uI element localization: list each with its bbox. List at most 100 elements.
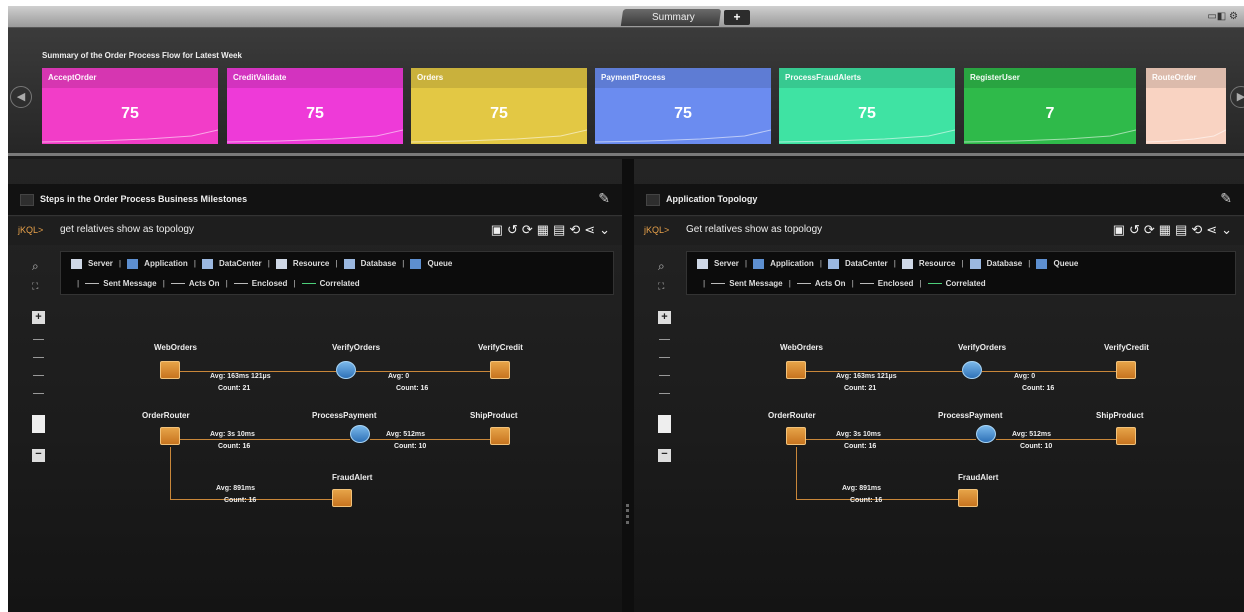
zoom-in-button[interactable]: + <box>32 311 45 324</box>
jkql-prompt: jKQL> <box>18 225 44 235</box>
edge-count-label: Count: 21 <box>844 385 877 392</box>
panel-splitter[interactable] <box>622 159 634 612</box>
summary-card[interactable]: Orders 75 <box>411 68 587 144</box>
legend-label[interactable]: Enclosed <box>252 279 288 288</box>
legend-label[interactable]: Server <box>714 259 739 268</box>
legend-label[interactable]: Application <box>770 259 814 268</box>
zoom-tick <box>659 393 670 394</box>
zoom-tick <box>33 393 44 394</box>
search-zoom-icon[interactable]: ⌕ <box>658 259 665 274</box>
window-controls[interactable]: ▭◧ ⚙ <box>1207 11 1238 22</box>
panel-toggle-icon[interactable] <box>646 194 660 206</box>
fit-view-icon[interactable]: ⛶ <box>32 281 38 292</box>
link-style-icon <box>927 283 942 285</box>
node-label: VerifyOrders <box>332 343 381 352</box>
process-node-icon[interactable] <box>350 425 370 443</box>
edge-line <box>180 371 336 372</box>
summary-card[interactable]: RouteOrder <box>1146 68 1226 144</box>
card-value: 75 <box>674 105 692 122</box>
resource-node-icon[interactable] <box>1116 361 1136 379</box>
legend-links: | Sent Message | Acts On | Enclosed | Correlate… <box>703 279 986 288</box>
summary-card[interactable]: AcceptOrder 75 <box>42 68 218 144</box>
legend-label[interactable]: Sent Message <box>729 279 782 288</box>
application-icon <box>753 259 765 269</box>
legend-label[interactable]: Sent Message <box>103 279 156 288</box>
resource-node-icon[interactable] <box>786 361 806 379</box>
link-style-icon <box>301 283 316 285</box>
legend-label[interactable]: DataCenter <box>219 259 262 268</box>
card-title: AcceptOrder <box>42 68 218 88</box>
summary-card[interactable]: RegisterUser 7 <box>964 68 1136 144</box>
edge-avg-label: Avg: 0 <box>388 373 410 380</box>
query-toolbar[interactable]: ▣↺⟳▦▤⟲⋖⌄ <box>1113 222 1236 238</box>
node-label: ProcessPayment <box>938 411 1003 420</box>
sparkline <box>411 129 587 143</box>
summary-card[interactable]: PaymentProcess 75 <box>595 68 771 144</box>
panel-toggle-icon[interactable] <box>20 194 34 206</box>
panel-header: Application Topology ✎ <box>634 184 1244 216</box>
application-topology-panel: Application Topology ✎ jKQL> Get relativ… <box>634 159 1244 612</box>
legend-label[interactable]: Queue <box>1053 259 1078 268</box>
legend-label[interactable]: Application <box>144 259 188 268</box>
legend-label[interactable]: Enclosed <box>878 279 914 288</box>
resource-node-icon[interactable] <box>786 427 806 445</box>
tab-summary[interactable]: Summary <box>620 9 722 26</box>
legend-label[interactable]: Queue <box>427 259 452 268</box>
query-toolbar[interactable]: ▣↺⟳▦▤⟲⋖⌄ <box>491 222 614 238</box>
card-title: PaymentProcess <box>595 68 771 88</box>
query-bar: jKQL> get relatives show as topology ▣↺⟳… <box>8 217 622 245</box>
zoom-out-button[interactable]: − <box>32 449 45 462</box>
link-style-icon <box>233 283 248 285</box>
node-label: OrderRouter <box>768 411 816 420</box>
legend-types: Server | Application | DataCenter | Resource | D… <box>71 259 452 269</box>
fit-view-icon[interactable]: ⛶ <box>658 281 664 292</box>
search-zoom-icon[interactable]: ⌕ <box>32 259 39 274</box>
resource-node-icon[interactable] <box>332 489 352 507</box>
query-input[interactable]: Get relatives show as topology <box>686 224 822 235</box>
card-value: 75 <box>306 105 324 122</box>
next-arrow-button[interactable]: ▶ <box>1230 86 1244 108</box>
legend-label[interactable]: Acts On <box>189 279 220 288</box>
node-label: WebOrders <box>154 343 197 352</box>
link-style-icon <box>170 283 185 285</box>
resource-node-icon[interactable] <box>160 361 180 379</box>
legend-label[interactable]: Acts On <box>815 279 846 288</box>
zoom-out-button[interactable]: − <box>658 449 671 462</box>
legend-label[interactable]: Server <box>88 259 113 268</box>
node-label: ShipProduct <box>1096 411 1144 420</box>
prev-arrow-button[interactable]: ◀ <box>10 86 32 108</box>
legend-label[interactable]: Database <box>987 259 1023 268</box>
edit-icon[interactable]: ✎ <box>598 190 610 207</box>
resource-node-icon[interactable] <box>160 427 180 445</box>
legend-label[interactable]: Database <box>361 259 397 268</box>
legend-label[interactable]: Correlated <box>320 279 360 288</box>
legend-label[interactable]: DataCenter <box>845 259 888 268</box>
edit-icon[interactable]: ✎ <box>1220 190 1232 207</box>
process-node-icon[interactable] <box>962 361 982 379</box>
legend-label[interactable]: Resource <box>293 259 329 268</box>
resource-icon <box>275 259 287 269</box>
legend-label[interactable]: Resource <box>919 259 955 268</box>
link-style-icon <box>711 283 726 285</box>
process-node-icon[interactable] <box>976 425 996 443</box>
query-input[interactable]: get relatives show as topology <box>60 224 194 235</box>
edge-line <box>996 439 1116 440</box>
resource-node-icon[interactable] <box>1116 427 1136 445</box>
app-window: Summary + ▭◧ ⚙ Summary of the Order Proc… <box>8 6 1244 612</box>
resource-node-icon[interactable] <box>958 489 978 507</box>
zoom-in-button[interactable]: + <box>658 311 671 324</box>
zoom-tick <box>33 357 44 358</box>
process-node-icon[interactable] <box>336 361 356 379</box>
node-label: VerifyCredit <box>478 343 523 352</box>
summary-card[interactable]: ProcessFraudAlerts 75 <box>779 68 955 144</box>
summary-card[interactable]: CreditValidate 75 <box>227 68 403 144</box>
legend-label[interactable]: Correlated <box>946 279 986 288</box>
zoom-slider-handle[interactable] <box>32 415 45 433</box>
add-tab-button[interactable]: + <box>724 10 750 25</box>
zoom-slider-handle[interactable] <box>658 415 671 433</box>
splitter-grip-icon <box>626 504 629 524</box>
legend-types: Server | Application | DataCenter | Resource | D… <box>697 259 1078 269</box>
card-title: RegisterUser <box>964 68 1136 88</box>
resource-node-icon[interactable] <box>490 427 510 445</box>
resource-node-icon[interactable] <box>490 361 510 379</box>
